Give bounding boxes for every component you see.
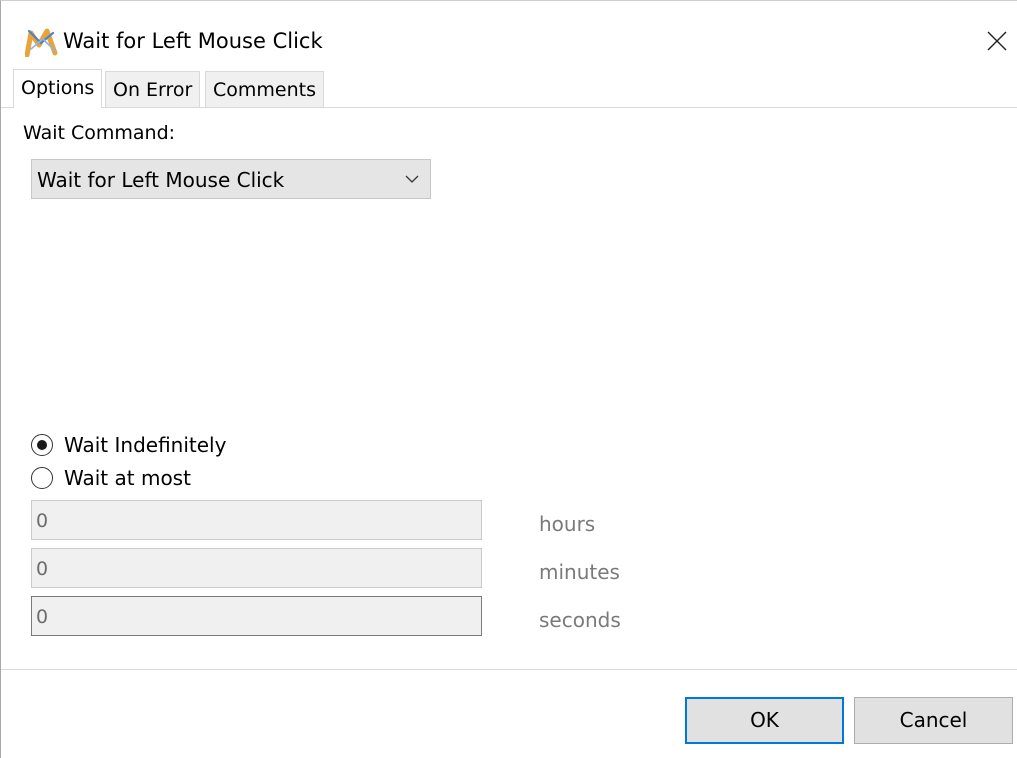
window-title: Wait for Left Mouse Click (63, 29, 323, 53)
footer-divider (1, 669, 1017, 670)
tab-strip: Options On Error Comments (1, 69, 1017, 108)
wait-command-select[interactable]: Wait for Left Mouse Click (31, 159, 431, 199)
radio-selected-dot (36, 439, 47, 450)
minutes-input[interactable]: 0 (31, 548, 482, 588)
seconds-unit-label: seconds (539, 608, 621, 632)
seconds-value: 0 (36, 606, 49, 628)
app-logo-icon (25, 28, 58, 57)
title-bar[interactable]: Wait for Left Mouse Click (1, 1, 1017, 63)
hours-unit-label: hours (539, 512, 596, 536)
tab-on-error[interactable]: On Error (105, 71, 201, 107)
radio-button[interactable] (31, 467, 53, 489)
close-icon[interactable] (969, 21, 1013, 61)
ok-button[interactable]: OK (685, 697, 844, 744)
dialog-window: Wait for Left Mouse Click Options On Err… (0, 0, 1017, 758)
seconds-input[interactable]: 0 (31, 596, 482, 636)
minutes-unit-label: minutes (539, 560, 620, 584)
hours-input[interactable]: 0 (31, 500, 482, 540)
radio-label[interactable]: Wait at most (64, 466, 191, 490)
radio-button[interactable] (31, 434, 53, 456)
minutes-value: 0 (36, 558, 49, 580)
hours-value: 0 (36, 510, 49, 532)
tab-comments[interactable]: Comments (205, 71, 324, 107)
radio-label[interactable]: Wait Indefinitely (64, 433, 226, 457)
cancel-button[interactable]: Cancel (854, 697, 1013, 744)
chevron-down-icon (405, 175, 419, 183)
wait-command-value: Wait for Left Mouse Click (37, 168, 285, 192)
tab-options[interactable]: Options (13, 69, 103, 108)
wait-command-label: Wait Command: (23, 122, 176, 144)
